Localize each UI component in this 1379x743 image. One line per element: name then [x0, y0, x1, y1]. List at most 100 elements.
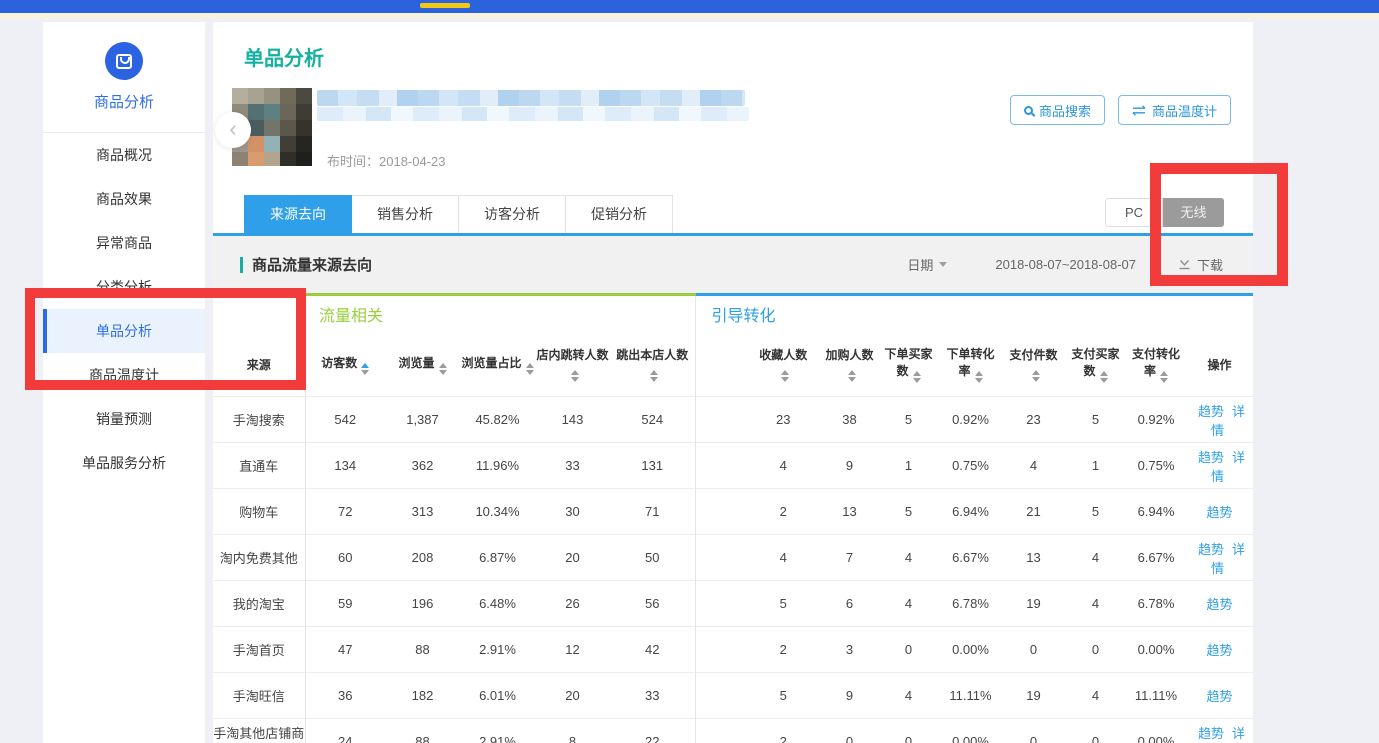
top-nav-strip — [0, 13, 1379, 18]
sort-icon — [650, 370, 658, 382]
product-analysis-icon — [105, 42, 143, 80]
column-下单买家[interactable]: 下单买家数 — [878, 333, 939, 397]
sort-icon — [439, 363, 447, 375]
sidebar-item-异常商品[interactable]: 异常商品 — [43, 221, 205, 265]
tab-访客分析[interactable]: 访客分析 — [459, 195, 566, 233]
tab-促销分析[interactable]: 促销分析 — [566, 195, 673, 233]
value-cell: 26 — [535, 581, 610, 627]
column-下单转化[interactable]: 下单转化率 — [939, 333, 1002, 397]
column-跳出本店人数[interactable]: 跳出本店人数 — [610, 333, 695, 397]
value-cell: 9 — [821, 673, 878, 719]
section-accent-bar — [240, 257, 243, 273]
trend-link[interactable]: 趋势 — [1198, 404, 1224, 419]
value-cell: 1,387 — [385, 397, 460, 443]
product-image-blurred — [232, 88, 248, 104]
chevron-down-icon — [939, 262, 947, 267]
product-thermometer-button[interactable]: 商品温度计 — [1118, 95, 1231, 125]
chevron-left-icon[interactable]: ‹ — [215, 112, 251, 148]
source-cell: 手淘搜索 — [213, 397, 305, 443]
sidebar-item-单品分析[interactable]: 单品分析 — [43, 309, 205, 353]
value-cell: 5 — [695, 673, 821, 719]
value-cell: 6.94% — [1126, 489, 1186, 535]
sort-icon — [781, 370, 789, 382]
value-cell: 0.00% — [1126, 627, 1186, 673]
column-店内跳转人数[interactable]: 店内跳转人数 — [535, 333, 610, 397]
value-cell: 6.48% — [460, 581, 535, 627]
sidebar-item-商品效果[interactable]: 商品效果 — [43, 177, 205, 221]
column-访客数[interactable]: 访客数 — [305, 333, 385, 397]
column-支付转化[interactable]: 支付转化率 — [1126, 333, 1186, 397]
table-body: 手淘搜索5421,38745.82%143524233850.92%2350.9… — [213, 397, 1253, 743]
traffic-source-table: 流量相关 引导转化 来源 访客数浏览量浏览量占比店内跳转人数跳出本店人数收藏人数… — [213, 293, 1253, 743]
value-cell: 59 — [305, 581, 385, 627]
value-cell: 88 — [385, 627, 460, 673]
value-cell: 131 — [610, 443, 695, 489]
column-支付件数[interactable]: 支付件数 — [1002, 333, 1065, 397]
column-收藏人数[interactable]: 收藏人数 — [695, 333, 821, 397]
value-cell: 8 — [535, 719, 610, 743]
value-cell: 6.01% — [460, 673, 535, 719]
value-cell: 196 — [385, 581, 460, 627]
value-cell: 88 — [385, 719, 460, 743]
value-cell: 7 — [821, 535, 878, 581]
sidebar-item-单品服务分析[interactable]: 单品服务分析 — [43, 441, 205, 485]
table-row: 手淘其他店铺商品24882.91%8222000.00%000.00%趋势详情 — [213, 719, 1253, 743]
toggle-pc-button[interactable]: PC — [1105, 198, 1163, 227]
sort-icon — [913, 371, 921, 383]
value-cell: 11.96% — [460, 443, 535, 489]
column-支付买家[interactable]: 支付买家数 — [1065, 333, 1126, 397]
sort-icon — [1100, 371, 1108, 383]
value-cell: 0 — [878, 627, 939, 673]
value-cell: 6.67% — [939, 535, 1002, 581]
value-cell: 6 — [821, 581, 878, 627]
table-group-row: 流量相关 引导转化 — [213, 295, 1253, 333]
trend-link[interactable]: 趋势 — [1207, 689, 1233, 704]
value-cell: 0.00% — [939, 627, 1002, 673]
trend-link[interactable]: 趋势 — [1207, 505, 1233, 520]
download-icon — [1178, 259, 1191, 270]
value-cell: 0 — [878, 719, 939, 743]
column-source: 来源 — [213, 333, 305, 397]
value-cell: 0 — [1065, 627, 1126, 673]
trend-link[interactable]: 趋势 — [1198, 726, 1224, 741]
source-cell: 手淘其他店铺商品 — [213, 719, 305, 743]
sort-icon — [975, 371, 983, 383]
value-cell: 3 — [821, 627, 878, 673]
product-search-button[interactable]: 商品搜索 — [1010, 95, 1105, 125]
sidebar: 商品分析 商品概况商品效果异常商品分类分析单品分析商品温度计销量预测单品服务分析 — [43, 22, 205, 743]
group-traffic: 流量相关 — [305, 295, 695, 333]
trend-link[interactable]: 趋势 — [1207, 597, 1233, 612]
value-cell: 4 — [878, 535, 939, 581]
download-button[interactable]: 下载 — [1178, 255, 1223, 274]
value-cell: 2.91% — [460, 627, 535, 673]
action-cell: 趋势 — [1186, 673, 1253, 719]
action-cell: 趋势 — [1186, 581, 1253, 627]
value-cell: 6.94% — [939, 489, 1002, 535]
value-cell: 11.11% — [939, 673, 1002, 719]
toggle-wireless-button[interactable]: 无线 — [1163, 198, 1224, 227]
tab-销售分析[interactable]: 销售分析 — [352, 195, 459, 233]
trend-link[interactable]: 趋势 — [1198, 450, 1224, 465]
trend-link[interactable]: 趋势 — [1207, 643, 1233, 658]
value-cell: 182 — [385, 673, 460, 719]
value-cell: 6.67% — [1126, 535, 1186, 581]
sort-icon — [361, 363, 369, 375]
table-row: 手淘搜索5421,38745.82%143524233850.92%2350.9… — [213, 397, 1253, 443]
table-row: 手淘旺信361826.01%203359411.11%19411.11%趋势 — [213, 673, 1253, 719]
value-cell: 10.34% — [460, 489, 535, 535]
sidebar-item-分类分析[interactable]: 分类分析 — [43, 265, 205, 309]
group-conversion: 引导转化 — [695, 295, 1253, 333]
column-加购人数[interactable]: 加购人数 — [821, 333, 878, 397]
date-filter-dropdown[interactable]: 日期 — [907, 255, 947, 274]
tab-来源去向[interactable]: 来源去向 — [244, 195, 352, 233]
action-cell: 趋势详情 — [1186, 719, 1253, 743]
column-浏览量占比[interactable]: 浏览量占比 — [460, 333, 535, 397]
trend-link[interactable]: 趋势 — [1198, 542, 1224, 557]
sidebar-item-销量预测[interactable]: 销量预测 — [43, 397, 205, 441]
sidebar-item-商品概况[interactable]: 商品概况 — [43, 133, 205, 177]
table-row: 我的淘宝591966.48%26565646.78%1946.78%趋势 — [213, 581, 1253, 627]
sidebar-item-商品温度计[interactable]: 商品温度计 — [43, 353, 205, 397]
table-row: 购物车7231310.34%307121356.94%2156.94%趋势 — [213, 489, 1253, 535]
value-cell: 21 — [1002, 489, 1065, 535]
column-浏览量[interactable]: 浏览量 — [385, 333, 460, 397]
